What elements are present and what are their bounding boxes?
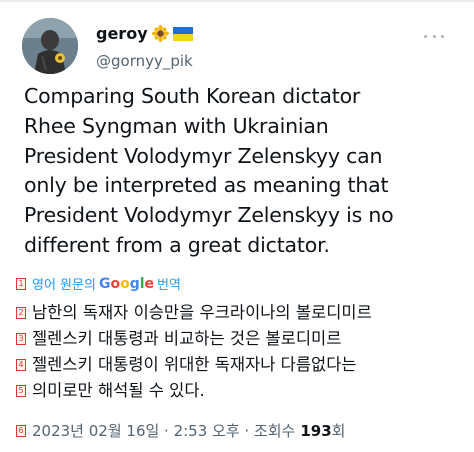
tweet-text-line: Comparing South Korean dictator bbox=[24, 84, 361, 108]
translated-line: 5 의미로만 해석될 수 있다. bbox=[16, 378, 466, 404]
annotation-marker: 3 bbox=[16, 333, 26, 345]
dot-icon bbox=[441, 34, 444, 38]
translated-line: 3 젤렌스키 대통령과 비교하는 것은 볼로디미르 bbox=[16, 326, 466, 352]
annotation-marker: 5 bbox=[16, 385, 26, 397]
google-logo: Google bbox=[98, 275, 155, 292]
author-handle[interactable]: @gornyy_pik bbox=[96, 52, 193, 70]
annotation-marker: 6 bbox=[16, 424, 26, 437]
avatar[interactable] bbox=[22, 18, 78, 74]
tweet-timestamp[interactable]: 2023년 02월 16일 · 2:53 오후 · 조회수 bbox=[32, 420, 295, 441]
translate-suffix[interactable]: 번역 bbox=[157, 274, 181, 293]
tweet-text-line: only be interpreted as meaning that bbox=[24, 173, 389, 198]
top-divider bbox=[0, 0, 474, 2]
annotation-marker: 2 bbox=[16, 307, 26, 319]
author-name-row[interactable]: geroy bbox=[96, 24, 193, 43]
dot-icon bbox=[432, 34, 436, 38]
ukraine-flag-icon bbox=[172, 26, 193, 41]
sunflower-icon bbox=[151, 25, 169, 42]
translated-line: 2 남한의 독재자 이승만을 우크라이나의 볼로디미르 bbox=[16, 300, 466, 326]
translated-line-text: 젤렌스키 대통령이 위대한 독재자나 다름없다는 bbox=[32, 355, 357, 374]
dot-icon bbox=[424, 34, 427, 38]
tweet-meta: 6 2023년 02월 16일 · 2:53 오후 · 조회수 193 회 bbox=[16, 420, 345, 441]
tweet-text-line: President Volodymyr Zelenskyy is no bbox=[24, 203, 394, 228]
translate-link[interactable]: 1 영어 원문의 Google 번역 bbox=[16, 274, 181, 293]
author-display-name[interactable]: geroy bbox=[96, 24, 148, 43]
views-label: 회 bbox=[331, 422, 346, 440]
translated-line: 4 젤렌스키 대통령이 위대한 독재자나 다름없다는 bbox=[16, 352, 466, 378]
more-options-button[interactable] bbox=[424, 28, 444, 44]
tweet-text-line: President Volodymyr Zelenskyy can bbox=[24, 143, 383, 168]
tweet-text-line: different from a great dictator. bbox=[24, 232, 330, 257]
annotation-marker: 1 bbox=[16, 277, 26, 290]
translate-prefix[interactable]: 영어 원문의 bbox=[32, 274, 96, 293]
translated-text: 2 남한의 독재자 이승만을 우크라이나의 볼로디미르 3 젤렌스키 대통령과 … bbox=[16, 300, 466, 404]
tweet-text-line: Rhee Syngman with Ukrainian bbox=[24, 113, 329, 138]
profile-avatar-icon bbox=[22, 18, 78, 74]
translated-line-text: 젤렌스키 대통령과 비교하는 것은 볼로디미르 bbox=[32, 329, 342, 348]
tweet-card: geroy @gornyy_pik Comparing South Korean… bbox=[0, 0, 474, 452]
tweet-text: Comparing South Korean dictator Rhee Syn… bbox=[24, 82, 464, 261]
translated-line-text: 남한의 독재자 이승만을 우크라이나의 볼로디미르 bbox=[32, 303, 372, 322]
views-count: 193 bbox=[300, 421, 332, 440]
translated-line-text: 의미로만 해석될 수 있다. bbox=[32, 381, 205, 400]
annotation-marker: 4 bbox=[16, 359, 26, 371]
